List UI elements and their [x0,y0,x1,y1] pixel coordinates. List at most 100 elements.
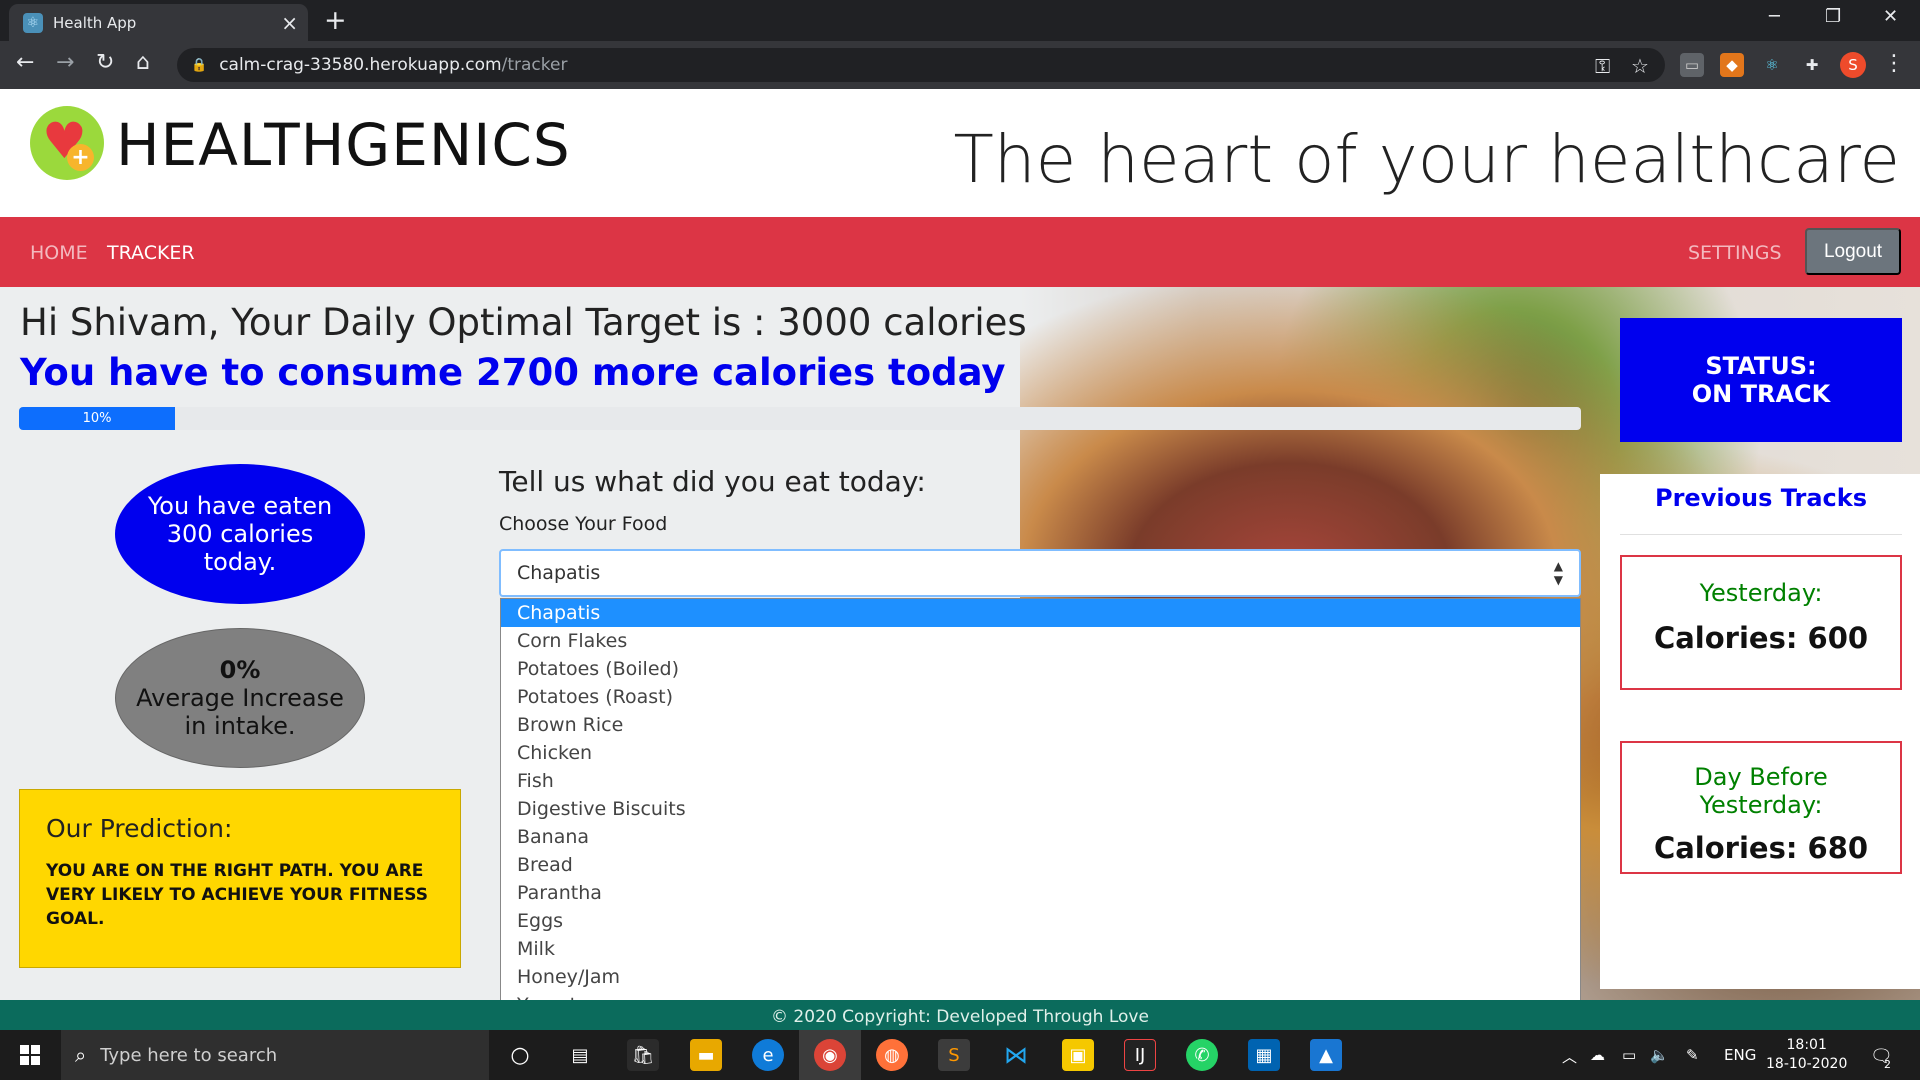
profile-avatar[interactable]: S [1840,52,1866,78]
new-tab-icon[interactable]: + [324,5,347,36]
restore-icon[interactable]: ❐ [1825,6,1841,27]
track-calories: Calories: 600 [1653,621,1869,655]
food-option[interactable]: Honey/Jam [501,963,1580,991]
chrome-icon[interactable]: ◉ [814,1039,846,1071]
calorie-progress-bar: 10% [19,407,1581,430]
main-navbar: HOME TRACKER SETTINGS Logout [0,217,1920,287]
store-icon[interactable]: 🛍 [627,1039,659,1071]
remaining-calories-heading: You have to consume 2700 more calories t… [20,351,1006,394]
edge-icon[interactable]: e [752,1039,784,1071]
food-option[interactable]: Potatoes (Roast) [501,683,1580,711]
home-icon[interactable]: ⌂ [136,50,150,75]
tagline: The heart of your healthcare [953,121,1900,198]
close-window-icon[interactable]: ✕ [1883,6,1898,27]
food-option[interactable]: Brown Rice [501,711,1580,739]
volume-icon[interactable]: 🔈 [1650,1046,1669,1064]
track-calories: Calories: 680 [1653,831,1869,865]
food-option[interactable]: Banana [501,823,1580,851]
logo[interactable]: ♥ + [30,106,104,180]
food-option[interactable]: Fish [501,767,1580,795]
food-option[interactable]: Milk [501,935,1580,963]
clock-time: 18:01 [1786,1037,1827,1053]
clock-date: 18-10-2020 [1766,1056,1848,1072]
taskbar-search[interactable]: ⌕ Type here to search [61,1030,489,1080]
address-bar[interactable]: 🔒 calm-crag-33580.herokuapp.com/tracker … [177,48,1665,82]
task-view-icon[interactable]: ▤ [564,1039,596,1071]
close-tab-icon[interactable]: × [281,11,298,35]
show-hidden-icons[interactable]: ︿ [1562,1046,1577,1067]
remote-desktop-icon[interactable]: ▦ [1248,1039,1280,1071]
url-host: calm-crag-33580.herokuapp.com [219,55,502,75]
nav-tracker[interactable]: TRACKER [107,242,195,264]
logout-button[interactable]: Logout [1805,228,1901,275]
taskbar-search-placeholder: Type here to search [100,1044,278,1066]
reload-icon[interactable]: ↻ [96,50,114,75]
brand-name: HEALTHGENICS [116,111,571,179]
nav-home[interactable]: HOME [30,242,88,264]
eaten-line-1: You have eaten [147,492,333,520]
extension-tabs-icon[interactable]: ▭ [1680,53,1704,77]
battery-icon[interactable]: ▭ [1622,1046,1636,1064]
react-devtools-icon[interactable]: ⚛ [1760,53,1784,77]
sublime-text-icon[interactable]: S [938,1039,970,1071]
notification-count: 2 [1884,1058,1891,1071]
eaten-line-3: today. [203,548,277,576]
divider [1620,534,1902,535]
food-option[interactable]: Eggs [501,907,1580,935]
status-label: STATUS: [1705,352,1817,380]
cortana-icon[interactable]: ○ [504,1039,536,1071]
average-line-3: in intake. [184,712,296,740]
average-increase-badge: 0% Average Increase in intake. [115,628,365,768]
firefox-icon[interactable]: ◍ [876,1039,908,1071]
food-option[interactable]: Bread [501,851,1580,879]
browser-tab[interactable]: ⚛ Health App × [9,4,308,41]
average-line-2: Average Increase [136,684,344,712]
food-option[interactable]: Corn Flakes [501,627,1580,655]
tab-title: Health App [53,13,137,32]
sticky-notes-icon[interactable]: ▣ [1062,1039,1094,1071]
food-select[interactable]: Chapatis ▲ ▼ [499,549,1581,597]
vscode-icon[interactable]: ⋈ [1000,1039,1032,1071]
food-option[interactable]: Digestive Biscuits [501,795,1580,823]
food-option[interactable]: Chicken [501,739,1580,767]
browser-tab-strip: ⚛ Health App × + ─ ❐ ✕ [0,0,1920,41]
taskbar-clock[interactable]: 18:01 18-10-2020 [1766,1036,1847,1074]
language-indicator[interactable]: ENG [1724,1046,1756,1064]
food-option[interactable]: Chapatis [501,599,1580,627]
browser-toolbar: ← → ↻ ⌂ 🔒 calm-crag-33580.herokuapp.com /… [0,41,1920,89]
browser-menu-icon[interactable]: ⋮ [1883,51,1905,76]
food-dropdown-list: Chapatis Corn Flakes Potatoes (Boiled) Pota… [500,598,1581,1000]
intellij-icon[interactable]: IJ [1124,1039,1156,1071]
previous-tracks-panel: Previous Tracks Yesterday: Calories: 600… [1600,474,1920,989]
average-percent: 0% [219,656,261,684]
track-day-label-1: Day Before [1694,763,1828,791]
food-option[interactable]: Yogurt [501,991,1580,1000]
minimize-icon[interactable]: ─ [1769,6,1780,27]
photos-icon[interactable]: ▲ [1310,1039,1342,1071]
food-form-question: Tell us what did you eat today: [499,465,926,498]
whatsapp-icon[interactable]: ✆ [1186,1039,1218,1071]
track-card-day-before: Day Before Yesterday: Calories: 680 [1620,741,1902,874]
bookmark-star-icon[interactable]: ☆ [1631,54,1649,78]
progress-fill: 10% [19,407,176,430]
track-card-yesterday: Yesterday: Calories: 600 [1620,555,1902,690]
track-day-label: Yesterday: [1699,579,1823,607]
key-icon[interactable]: ⚿ [1595,54,1610,78]
file-explorer-icon[interactable]: ▬ [690,1039,722,1071]
select-arrows-icon: ▲ ▼ [1553,559,1563,587]
plus-icon: + [67,144,94,171]
extensions-puzzle-icon[interactable]: ✚ [1800,53,1824,77]
windows-start-icon[interactable] [20,1045,40,1065]
daily-target-heading: Hi Shivam, Your Daily Optimal Target is … [20,301,1027,344]
metamask-extension-icon[interactable]: ◆ [1720,53,1744,77]
lock-icon: 🔒 [191,57,208,73]
back-icon[interactable]: ← [16,50,34,75]
prediction-text: YOU ARE ON THE RIGHT PATH. YOU ARE VERY … [46,861,429,929]
food-option[interactable]: Parantha [501,879,1580,907]
forward-icon[interactable]: → [56,50,74,75]
onedrive-icon[interactable]: ☁ [1590,1046,1605,1064]
pen-icon[interactable]: ✎ [1686,1046,1699,1064]
url-path: /tracker [501,55,568,75]
food-option[interactable]: Potatoes (Boiled) [501,655,1580,683]
nav-settings[interactable]: SETTINGS [1688,242,1782,264]
